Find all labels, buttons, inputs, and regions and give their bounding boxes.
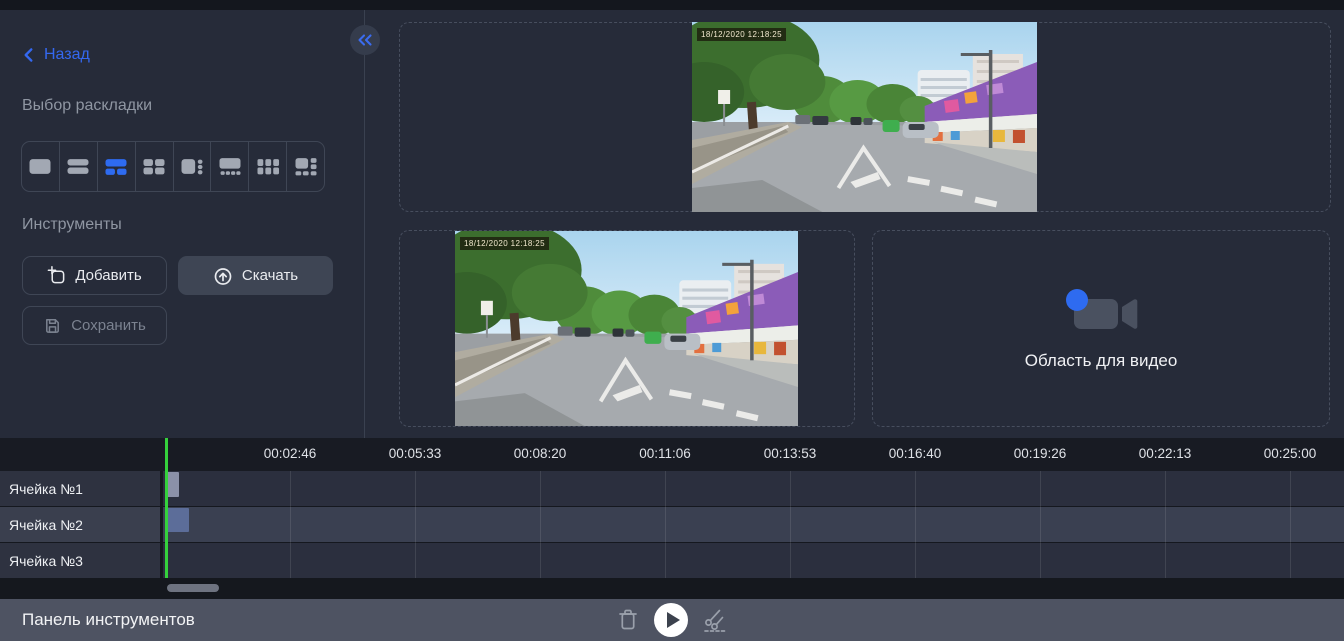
timeline-clip[interactable] <box>167 472 179 497</box>
preview-area: 18/12/2020 12:18:25 18/12/2020 12:18:25 … <box>365 10 1344 438</box>
video-timestamp-overlay: 18/12/2020 12:18:25 <box>697 28 786 41</box>
save-button[interactable]: Сохранить <box>22 306 167 345</box>
track-label-cell-2[interactable]: Ячейка №2 <box>0 507 160 542</box>
playhead[interactable] <box>165 438 168 578</box>
video-cell-3-empty[interactable]: Область для видео <box>872 230 1330 427</box>
timeline-scrollbar <box>0 578 1344 599</box>
toolbar-title: Панель инструментов <box>22 599 195 641</box>
time-tick-label: 00:19:26 <box>1014 446 1067 461</box>
add-button[interactable]: Добавить <box>22 256 167 295</box>
download-icon <box>213 266 233 286</box>
sidebar: Назад Выбор раскладки <box>0 10 364 438</box>
layout-option-single[interactable] <box>22 142 59 191</box>
track-row-3: Ячейка №3 <box>0 543 1344 578</box>
time-tick-label: 00:25:00 <box>1264 446 1317 461</box>
layout-single-icon <box>27 156 53 177</box>
time-tick-label: 00:08:20 <box>514 446 567 461</box>
time-tick-label: 00:11:06 <box>639 446 691 461</box>
window-top-strip <box>0 0 1344 10</box>
layout-two-rows-icon <box>65 156 91 177</box>
toolbar-icons <box>616 599 728 641</box>
tools-section-title: Инструменты <box>22 216 122 234</box>
street-scene-video-frame <box>692 22 1037 212</box>
video-cell-2[interactable]: 18/12/2020 12:18:25 <box>399 230 855 427</box>
empty-cell-placeholder: Область для видео <box>1025 351 1178 371</box>
time-tick-label: 00:22:13 <box>1139 446 1192 461</box>
street-scene-video-frame <box>455 231 798 426</box>
layout-grid-2x2-icon <box>141 156 167 177</box>
scissors-icon <box>702 607 728 633</box>
timeline-tracks: Ячейка №1 Ячейка №2 Ячейка №3 <box>0 471 1344 578</box>
delete-button[interactable] <box>616 607 640 633</box>
add-media-icon <box>47 266 66 285</box>
layout-grid-3x2-icon <box>255 156 281 177</box>
back-button[interactable]: Назад <box>22 46 90 64</box>
video-camera-icon <box>1058 287 1144 341</box>
track-label-cell-3[interactable]: Ячейка №3 <box>0 543 160 578</box>
layout-option-two-rows[interactable] <box>59 142 97 191</box>
layout-option-grid-2x2[interactable] <box>135 142 173 191</box>
timeline-clip[interactable] <box>167 508 189 532</box>
layout-option-grid-3x2[interactable] <box>248 142 286 191</box>
track-row-2: Ячейка №2 <box>0 507 1344 542</box>
download-button-label: Скачать <box>242 267 298 284</box>
download-button[interactable]: Скачать <box>178 256 333 295</box>
layout-option-left-big-three-right[interactable] <box>173 142 211 191</box>
chevron-left-icon <box>22 47 35 63</box>
track-lane-1[interactable] <box>163 471 1344 506</box>
layout-option-top-big-four-bottom[interactable] <box>210 142 248 191</box>
collapse-sidebar-button[interactable] <box>350 25 380 55</box>
trash-icon <box>616 607 640 633</box>
timeline-scrollbar-handle[interactable] <box>167 584 219 592</box>
video-editor-app: Назад Выбор раскладки <box>0 0 1344 641</box>
play-button[interactable] <box>654 603 688 637</box>
time-tick-label: 00:13:53 <box>764 446 817 461</box>
save-icon <box>43 316 62 335</box>
back-label: Назад <box>44 46 90 64</box>
time-tick-label: 00:16:40 <box>889 446 942 461</box>
layout-picker <box>21 141 325 192</box>
video-cell-1[interactable]: 18/12/2020 12:18:25 <box>399 22 1331 212</box>
video-timestamp-overlay: 18/12/2020 12:18:25 <box>460 237 549 250</box>
layout-left-big-icon <box>179 156 205 177</box>
layout-top-big-icon <box>217 156 243 177</box>
track-lane-2[interactable] <box>163 507 1344 542</box>
layout-option-big-plus-five[interactable] <box>286 142 324 191</box>
video-thumbnail-1[interactable]: 18/12/2020 12:18:25 <box>692 22 1037 212</box>
track-lane-3[interactable] <box>163 543 1344 578</box>
video-thumbnail-2[interactable]: 18/12/2020 12:18:25 <box>455 231 798 426</box>
track-label-cell-1[interactable]: Ячейка №1 <box>0 471 160 506</box>
layout-big-plus-five-icon <box>293 156 319 177</box>
layout-section-title: Выбор раскладки <box>22 97 152 115</box>
double-chevron-left-icon <box>357 34 373 46</box>
play-icon <box>667 612 680 628</box>
layout-option-top-bar-two-bottom[interactable] <box>97 142 135 191</box>
time-tick-label: 00:05:33 <box>389 446 442 461</box>
save-button-label: Сохранить <box>71 317 146 334</box>
cut-button[interactable] <box>702 607 728 633</box>
track-row-1: Ячейка №1 <box>0 471 1344 506</box>
add-button-label: Добавить <box>75 267 141 284</box>
bottom-toolbar: Панель инструментов <box>0 599 1344 641</box>
time-tick-label: 00:02:46 <box>264 446 317 461</box>
timeline-ruler[interactable]: 00:02:46 00:05:33 00:08:20 00:11:06 00:13:53… <box>0 438 1344 471</box>
layout-top-bar-two-bottom-icon <box>103 156 129 177</box>
